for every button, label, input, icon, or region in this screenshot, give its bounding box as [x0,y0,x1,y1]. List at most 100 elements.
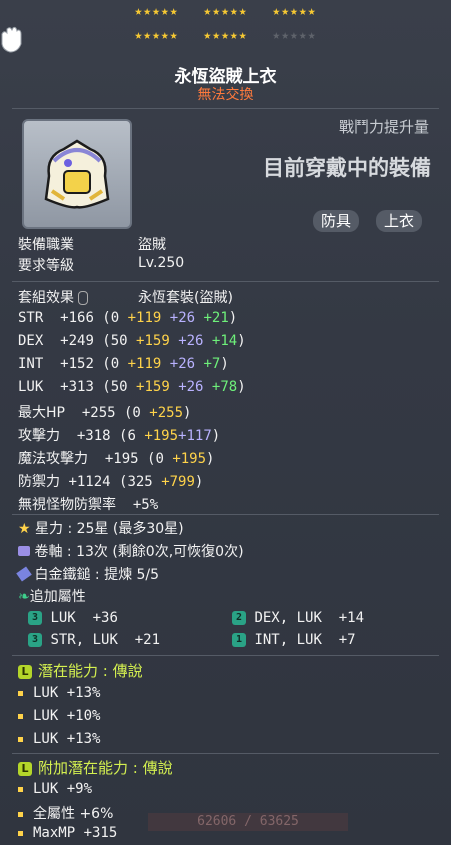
set-effect-row: 套組效果 永恆套裝(盜賊) [18,287,233,307]
stat-row-defense: 防禦力 +1124 (325 +799) [18,474,204,490]
stat-base: 0 [132,405,141,421]
trade-status: 無法交換 [197,87,254,103]
stat-total: +166 [60,310,94,326]
stat-name: LUK [18,379,44,395]
stat-row-dex: DEX +249 (50 +159 +26 +14) [18,333,246,349]
star-icon: ★ [18,521,31,537]
scroll-value: 13次 (剩餘0次,可恢復0次) [76,544,244,560]
divider [12,108,439,109]
stat-star: +159 [136,379,170,395]
stat-row-maxhp: 最大HP +255 (0 +255) [18,405,192,421]
set-effect-value: 永恆套裝(盜賊) [138,290,233,306]
stat-row-ied: 無視怪物防禦率 +5% [18,494,158,514]
tier-badge: 2 [232,611,246,625]
stat-row-luk: LUK +313 (50 +159 +26 +78) [18,379,246,395]
bullet-icon [18,830,23,836]
stat-total: +255 [81,405,116,421]
divider [12,753,439,754]
scroll-label: 卷軸 [34,544,63,560]
job-label: 裝備職業 [18,237,74,253]
stat-scroll: +26 [178,333,204,349]
job-row: 裝備職業 盜賊 [18,234,166,254]
tag-slot: 上衣 [376,210,423,232]
additional-options-label: 追加屬性 [29,589,86,605]
bullet-icon [18,736,23,742]
stat-base: 6 [127,428,136,444]
level-row: 要求等級 Lv.250 [18,255,184,275]
additional-option-text: DEX, LUK +14 [254,610,365,626]
stat-star: +799 [161,474,195,490]
stat-flame: +14 [211,333,238,349]
additional-options-header: ❧追加屬性 [18,586,86,606]
potential-line-text: LUK +13% [33,685,101,701]
stat-name: STR [18,310,44,326]
hp-bar-background: 62606 / 63625 [148,813,348,831]
stat-name: 攻擊力 [18,428,60,444]
bonus-potential-line-text: MaxMP +315 [33,825,118,841]
stat-name: 防禦力 [18,474,60,490]
legendary-badge-icon: L [18,761,32,776]
stat-total: +195 [104,451,139,467]
stat-row-magic-attack: 魔法攻擊力 +195 (0 +195) [18,451,215,467]
scroll-icon [18,546,30,556]
bonus-potential-line: LUK +9% [18,781,92,797]
stat-star: +159 [136,333,170,349]
star-group: ★★★★★ [203,4,248,19]
potential-title: 潛在能力 : 傳說 [38,662,143,680]
potential-line-text: LUK +13% [33,731,101,747]
bonus-potential-title: 附加潛在能力 : 傳說 [38,759,173,777]
tier-badge: 1 [232,633,246,647]
hammer-label: 白金鐵鎚 [34,567,91,583]
stat-star: +119 [127,310,162,326]
stat-row-int: INT +152 (0 +119 +26 +7) [18,356,229,372]
stat-scroll: +26 [178,379,204,395]
bullet-icon [18,786,23,792]
stat-base: 0 [110,310,120,326]
stat-flame: +78 [211,379,238,395]
stat-base: 0 [155,451,164,467]
stat-name: 無視怪物防禦率 [18,497,116,513]
additional-option-text: STR, LUK +21 [50,632,161,648]
divider [12,514,439,515]
level-label: 要求等級 [18,258,74,274]
job-value: 盜賊 [138,237,166,253]
additional-option: 2 DEX, LUK +14 [232,610,364,626]
star-group: ★★★★★ [134,4,179,19]
bullet-icon [18,713,23,719]
divider [12,655,439,656]
star-group: ★★★★★ [272,4,317,19]
stat-star: +195 [172,451,207,467]
stat-name: DEX [18,333,44,349]
stat-name: 最大HP [18,405,65,421]
starforce-row: ★ 星力 : 25星 (最多30星) [18,521,184,537]
additional-option-text: INT, LUK +7 [254,632,356,648]
additional-option-text: LUK +36 [50,610,118,626]
stat-scroll: +26 [169,356,196,372]
stat-flame: +21 [203,310,229,326]
stat-star: +255 [149,405,184,421]
bullet-icon [18,811,23,817]
tag-category: 防具 [313,210,360,232]
stat-star: +195 [144,428,179,444]
stat-scroll: +26 [169,310,196,326]
stat-flame: +7 [203,356,221,372]
star-force-row-2: ★★★★★ ★★★★★ ★★★★★ [0,28,451,43]
stat-base: 50 [110,333,128,349]
tier-badge: 3 [28,611,42,625]
leaf-icon: ❧ [18,589,30,605]
hammer-icon [16,566,32,582]
bonus-potential-line-text: LUK +9% [33,781,93,797]
stat-star: +119 [127,356,162,372]
item-tooltip-panel: ★★★★★ ★★★★★ ★★★★★ ★★★★★ ★★★★★ ★★★★★ 永恆盜賊… [0,0,451,845]
star-group: ★★★★★ [203,28,248,43]
legendary-badge-icon: L [18,664,32,679]
divider [12,281,439,282]
stat-total: +318 [76,428,111,444]
stat-row-attack: 攻擊力 +318 (6 +195+117) [18,428,221,444]
stat-total: +313 [60,379,94,395]
starforce-value: 25星 (最多30星) [76,521,184,537]
bonus-potential-line: MaxMP +315 [18,825,117,841]
bonus-potential-line-text: 全屬性 +6% [33,806,114,822]
star-group: ★★★★★ [134,28,179,43]
stat-name: INT [18,356,44,372]
